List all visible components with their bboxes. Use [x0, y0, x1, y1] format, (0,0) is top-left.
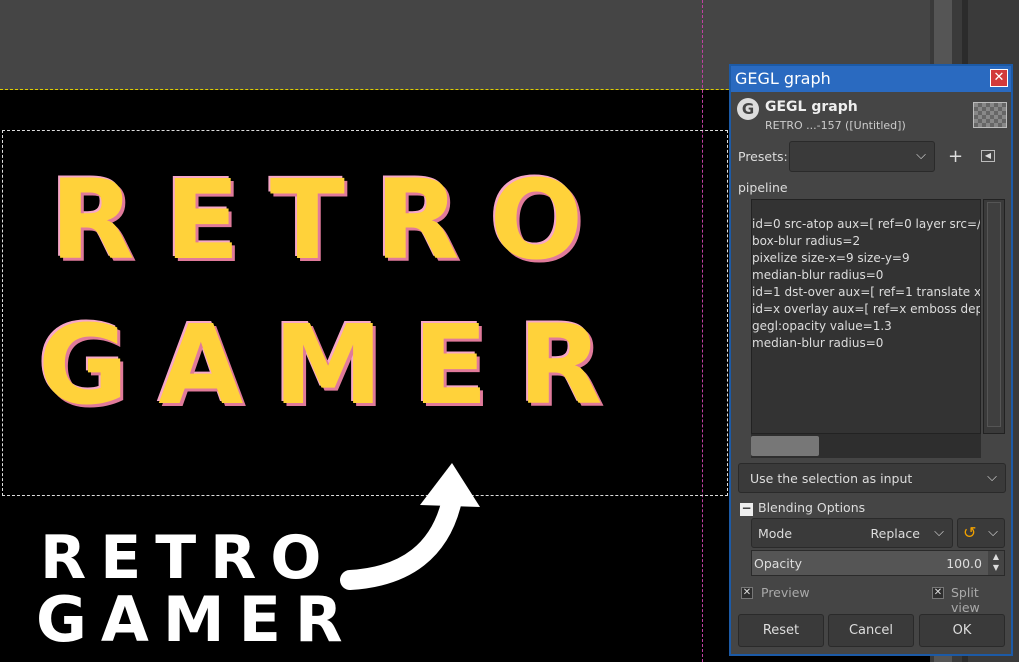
- split-view-checkbox[interactable]: ✕: [932, 587, 944, 599]
- preview-checkbox[interactable]: ✕: [741, 587, 753, 599]
- input-source-value: Use the selection as input: [750, 471, 913, 486]
- pipeline-horizontal-scrollbar[interactable]: [751, 434, 981, 458]
- pipeline-line: id=0 src-atop aux=[ ref=0 layer src=/hom…: [752, 217, 981, 231]
- spin-up-icon[interactable]: ▲: [988, 551, 1004, 562]
- canvas-plain-text-line1: RETRO: [40, 523, 336, 593]
- layer-thumbnail: [973, 102, 1007, 128]
- blend-mode-dropdown[interactable]: Mode Replace ⌵: [751, 518, 953, 548]
- pipeline-line: pixelize size-x=9 size-y=9: [752, 251, 910, 265]
- split-view-label: Split view: [951, 585, 980, 615]
- pipeline-line: median-blur radius=0: [752, 336, 884, 350]
- chevron-down-icon: ⌵: [916, 148, 926, 163]
- chevron-down-icon: ⌵: [988, 525, 998, 540]
- cancel-button[interactable]: Cancel: [828, 614, 914, 647]
- ok-button[interactable]: OK: [919, 614, 1005, 647]
- pipeline-line: box-blur radius=2: [752, 234, 861, 248]
- pipeline-vertical-scrollbar[interactable]: [983, 199, 1005, 434]
- gegl-logo-icon: G: [737, 98, 759, 120]
- scrollbar-thumb[interactable]: [751, 436, 819, 456]
- pipeline-line: id=1 dst-over aux=[ ref=1 translate x=5 …: [752, 285, 981, 299]
- pipeline-text-editor[interactable]: id=0 src-atop aux=[ ref=0 layer src=/hom…: [751, 199, 981, 434]
- mode-label: Mode: [758, 526, 793, 541]
- opacity-value: 100.0: [946, 556, 982, 571]
- curved-arrow-icon: [340, 463, 480, 590]
- pipeline-line: median-blur radius=0: [752, 268, 884, 282]
- dialog-header-title: GEGL graph: [765, 99, 858, 115]
- chevron-down-icon: ⌵: [934, 525, 944, 540]
- mode-reset-button[interactable]: ↺ ⌵: [957, 518, 1005, 548]
- preview-label: Preview: [761, 585, 810, 600]
- pipeline-label: pipeline: [738, 180, 788, 195]
- chevron-down-icon: ⌵: [987, 470, 997, 485]
- gegl-graph-dialog: GEGL graph ✕ G GEGL graph RETRO ...-157 …: [729, 64, 1013, 656]
- opacity-slider[interactable]: Opacity 100.0 ▲ ▼: [751, 550, 1005, 576]
- opacity-spinner[interactable]: ▲ ▼: [988, 551, 1004, 575]
- canvas-plain-text-line2: GAMER: [36, 583, 357, 656]
- spin-down-icon[interactable]: ▼: [988, 562, 1004, 573]
- pipeline-line: gegl:opacity value=1.3: [752, 319, 892, 333]
- pipeline-line: id=x overlay aux=[ ref=x emboss depth=3: [752, 302, 981, 316]
- mode-value: Replace: [870, 526, 920, 541]
- presets-label: Presets:: [738, 149, 788, 164]
- presets-dropdown[interactable]: ⌵: [789, 141, 935, 172]
- dialog-header-subtitle: RETRO ...-157 ([Untitled]): [765, 119, 906, 132]
- dialog-title: GEGL graph: [735, 69, 831, 88]
- canvas-retro-text-line1: RETRO: [50, 156, 614, 284]
- input-source-dropdown[interactable]: Use the selection as input ⌵: [738, 463, 1006, 493]
- blending-collapse-icon[interactable]: −: [740, 502, 753, 516]
- reset-button[interactable]: Reset: [738, 614, 824, 647]
- close-icon: ✕: [993, 70, 1005, 85]
- canvas-retro-text-line2: GAMER: [38, 301, 633, 429]
- dialog-titlebar[interactable]: GEGL graph ✕: [731, 66, 1011, 92]
- opacity-label: Opacity: [754, 556, 803, 571]
- add-preset-icon[interactable]: +: [948, 146, 963, 167]
- close-button[interactable]: ✕: [990, 69, 1008, 87]
- presets-menu-icon[interactable]: ◀: [981, 150, 995, 162]
- scrollbar-thumb[interactable]: [987, 202, 1001, 427]
- blending-options-label[interactable]: Blending Options: [758, 500, 865, 515]
- reset-arrow-icon: ↺: [963, 523, 977, 542]
